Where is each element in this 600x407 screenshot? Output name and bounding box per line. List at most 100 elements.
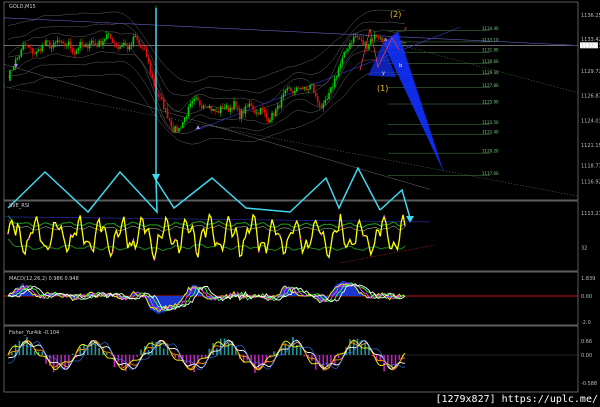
candle-body — [307, 89, 309, 91]
candle-body — [299, 88, 302, 89]
candle-body — [86, 45, 89, 49]
candle-body — [244, 106, 247, 114]
price-band-line — [7, 29, 406, 112]
fisher-bar — [140, 349, 142, 355]
candle-body — [153, 78, 156, 87]
candle-body — [47, 40, 49, 42]
fisher-bar — [10, 352, 13, 355]
candle-body — [259, 108, 262, 115]
candle-body — [221, 106, 224, 109]
candle-body — [345, 51, 347, 53]
fisher-bar — [98, 348, 100, 355]
candle-body — [54, 42, 57, 44]
fisher-bar — [383, 355, 385, 372]
rsi-dot — [216, 241, 218, 244]
candle-body — [248, 103, 251, 107]
candle-body — [172, 127, 175, 133]
candle-body — [9, 69, 11, 81]
candle-body — [254, 109, 256, 114]
rsi-dot — [299, 238, 302, 240]
candle-body — [339, 63, 342, 69]
fisher-bar — [254, 355, 256, 373]
candle-body — [242, 110, 245, 114]
candle-body — [330, 87, 332, 93]
candle-body — [256, 112, 258, 114]
candle-body — [26, 44, 28, 46]
price-pane-title: GOLD,M15 — [9, 4, 36, 10]
candle-body — [309, 84, 311, 90]
candle-body — [151, 73, 154, 79]
trading-chart: 1136.25 1133.421132.71 1129.72 1126.87 1124.… — [3, 1, 600, 393]
fisher-bar — [326, 355, 328, 367]
candle-body — [123, 42, 125, 46]
candle-body — [102, 41, 104, 46]
fisher-bar — [105, 352, 108, 355]
candle-body — [142, 47, 144, 49]
watermark-caption: [1279x827] https://uplc.me/ — [432, 393, 600, 407]
candle-body — [132, 37, 135, 45]
candle-body — [56, 40, 59, 43]
candle-body — [257, 112, 260, 115]
candle-body — [115, 43, 118, 47]
candle-body — [223, 108, 226, 109]
macd-pane-title: MACD(12,26,2) 0.986 0.948 — [9, 276, 79, 282]
candle-body — [168, 118, 171, 121]
candle-body — [282, 93, 285, 98]
zigzag-arrow-head — [152, 174, 160, 182]
candle-body — [164, 108, 167, 110]
fisher-bar — [337, 355, 340, 359]
candle-body — [269, 119, 271, 122]
fib-level-label: 1133.10 — [482, 37, 499, 42]
fisher-bar — [330, 355, 332, 363]
candle-body — [130, 44, 133, 47]
rsi-dot — [132, 239, 135, 241]
candle-body — [284, 90, 287, 94]
candle-body — [276, 105, 279, 110]
candle-body — [109, 33, 112, 39]
candle-body — [351, 42, 353, 44]
candle-body — [206, 106, 209, 108]
fisher-bar — [162, 348, 165, 355]
fisher-bar — [364, 342, 366, 355]
candle-body — [311, 84, 313, 86]
candle-body — [58, 40, 61, 43]
candle-body — [45, 40, 47, 45]
price-tick-label: 1116.92 — [581, 179, 600, 185]
macd-tick-label: 0.00 — [581, 294, 592, 300]
candle-body — [219, 106, 222, 114]
fib-level-label: 1129.30 — [482, 70, 499, 75]
fisher-bar — [94, 342, 97, 355]
macd-pane — [3, 271, 579, 326]
macd-tick-label: -2.0 — [581, 320, 591, 326]
candle-body — [124, 42, 127, 45]
candle-body — [290, 87, 292, 92]
candle-body — [263, 109, 266, 113]
candle-body — [166, 108, 169, 119]
candle-body — [402, 42, 404, 44]
candle-body — [278, 105, 281, 108]
rsi-dot — [362, 234, 365, 237]
candle-body — [337, 68, 340, 77]
candle-body — [39, 49, 42, 52]
current-price-label: 1132.71 — [581, 43, 600, 49]
candle-body — [143, 48, 146, 50]
fisher-bar — [136, 355, 138, 357]
candle-body — [261, 108, 264, 110]
candle-body — [37, 49, 40, 52]
candle-body — [212, 108, 214, 111]
fisher-bar — [174, 355, 176, 358]
candle-body — [79, 41, 81, 49]
candle-body — [189, 103, 192, 107]
candle-body — [100, 40, 102, 46]
candle-body — [231, 107, 233, 110]
candle-body — [404, 42, 406, 44]
candle-body — [214, 108, 216, 112]
rsi-dot — [383, 215, 386, 218]
price-band-line — [7, 59, 406, 134]
fisher-bar — [41, 351, 43, 355]
candle-body — [96, 45, 99, 47]
wave-label: x — [404, 26, 407, 32]
fisher-bar — [200, 355, 203, 359]
candle-body — [119, 46, 121, 49]
price-tick-label: 1124.01 — [581, 118, 600, 124]
